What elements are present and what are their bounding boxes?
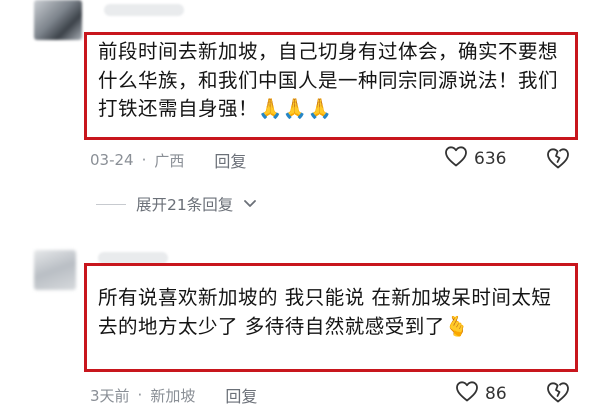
like-button[interactable]: 636 [444,145,506,172]
heart-outline-icon [444,145,468,172]
meta-separator: · [137,386,143,404]
divider-line [96,203,126,205]
heart-outline-icon [455,380,479,407]
comment-date: 03-24 [90,151,134,169]
comment-meta: 3天前 · 新加坡 回复 [90,383,257,407]
like-button[interactable]: 86 [455,380,507,407]
comment-meta: 03-24 · 广西 回复 [90,148,246,172]
reply-button[interactable]: 回复 [214,148,246,172]
like-count: 86 [485,383,507,404]
avatar[interactable] [34,250,76,290]
comment-text: 前段时间去新加坡，自己切身有过体会，确实不要想什么华族，和我们中国人是一种同宗同… [98,40,559,120]
comment-location: 新加坡 [150,386,196,405]
comment-date: 3天前 [90,386,130,405]
avatar[interactable] [34,0,82,40]
expand-replies-button[interactable]: 展开21条回复 [96,193,257,215]
broken-heart-outline-icon [545,382,571,407]
comment-location: 广西 [154,151,185,170]
dislike-button[interactable] [545,381,571,407]
reply-button[interactable]: 回复 [225,383,257,407]
like-count: 636 [474,148,507,169]
expand-replies-label: 展开21条回复 [136,196,234,214]
meta-separator: · [141,151,147,169]
chevron-down-icon [243,195,257,213]
broken-heart-outline-icon [545,148,571,173]
username-blurred[interactable] [104,4,184,16]
dislike-button[interactable] [545,147,571,173]
comment-text: 所有说喜欢新加坡的 我只能说 在新加坡呆时间太短 去的地方太少了 多待待自然就感… [98,286,559,338]
